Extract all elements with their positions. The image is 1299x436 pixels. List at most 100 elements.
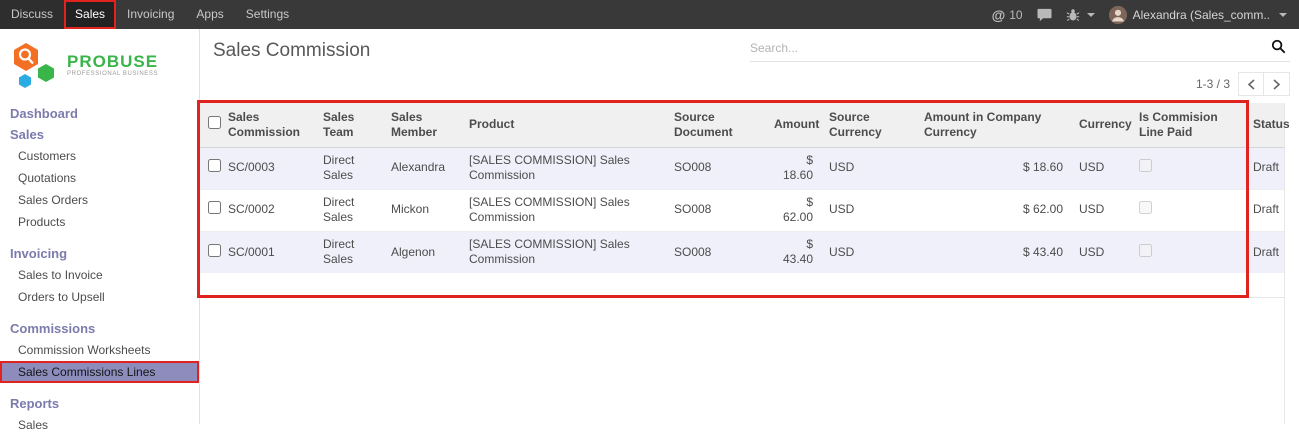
cell-product: [SALES COMMISSION] Sales Commission [461, 189, 666, 231]
odoo-app: Discuss Sales Invoicing Apps Settings @ … [0, 0, 1299, 424]
cell-sales-member: Algenon [383, 231, 461, 273]
cell-amount-company: $ 43.40 [916, 231, 1071, 273]
pager-prev-button[interactable] [1238, 72, 1264, 96]
row-select-cell [200, 147, 220, 189]
cell-is-paid [1131, 189, 1245, 231]
chevron-down-icon [1279, 13, 1287, 17]
chevron-down-icon [1087, 13, 1095, 17]
cell-sales-team: Direct Sales [315, 189, 383, 231]
col-status[interactable]: Status [1245, 103, 1284, 147]
topbar: Discuss Sales Invoicing Apps Settings @ … [0, 0, 1299, 29]
row-select-checkbox[interactable] [208, 201, 221, 214]
sidebar-item-commission-worksheets[interactable]: Commission Worksheets [0, 339, 199, 361]
row-select-checkbox[interactable] [208, 159, 221, 172]
mention-count: 10 [1009, 8, 1022, 22]
cell-sales-commission: SC/0001 [220, 231, 315, 273]
cell-sales-team: Direct Sales [315, 231, 383, 273]
pager: 1-3 / 3 [1196, 72, 1290, 96]
sidebar-item-products[interactable]: Products [0, 211, 199, 233]
topbar-right: @ 10 Alexandra (Sales_comm.. [992, 0, 1299, 29]
table-row[interactable]: SC/0002 Direct Sales Mickon [SALES COMMI… [200, 189, 1284, 231]
messages-button[interactable] [1037, 8, 1052, 22]
cell-source-currency: USD [821, 147, 916, 189]
chevron-right-icon [1272, 79, 1281, 90]
chat-icon [1037, 8, 1052, 22]
sidebar-item-orders-to-upsell[interactable]: Orders to Upsell [0, 286, 199, 308]
cell-amount-company: $ 18.60 [916, 147, 1071, 189]
cell-status: Draft [1245, 189, 1284, 231]
chevron-left-icon [1247, 79, 1256, 90]
topbar-menu-sales[interactable]: Sales [64, 0, 116, 29]
row-select-cell [200, 189, 220, 231]
col-currency[interactable]: Currency [1071, 103, 1131, 147]
cell-status: Draft [1245, 147, 1284, 189]
topbar-menu-apps[interactable]: Apps [185, 0, 234, 29]
cell-currency: USD [1071, 147, 1131, 189]
col-product[interactable]: Product [461, 103, 666, 147]
topbar-menu-invoicing[interactable]: Invoicing [116, 0, 185, 29]
cell-product: [SALES COMMISSION] Sales Commission [461, 147, 666, 189]
cell-sales-member: Alexandra [383, 147, 461, 189]
sidebar-heading-commissions[interactable]: Commissions [0, 318, 199, 339]
table-row[interactable]: SC/0003 Direct Sales Alexandra [SALES CO… [200, 147, 1284, 189]
cell-is-paid [1131, 147, 1245, 189]
sidebar-heading-dashboard[interactable]: Dashboard [0, 103, 199, 124]
cell-is-paid [1131, 231, 1245, 273]
sidebar-item-quotations[interactable]: Quotations [0, 167, 199, 189]
cell-source-document: SO008 [666, 147, 766, 189]
commission-lines-table-area: Sales Commission Sales Team Sales Member… [200, 103, 1285, 424]
brand-name: PROBUSE [67, 53, 158, 71]
sidebar-heading-sales[interactable]: Sales [0, 124, 199, 145]
mentions-button[interactable]: @ 10 [992, 7, 1023, 23]
commission-lines-table: Sales Commission Sales Team Sales Member… [200, 103, 1284, 273]
sidebar-item-sales-to-invoice[interactable]: Sales to Invoice [0, 264, 199, 286]
main-content: Sales Commission 1-3 / 3 [200, 29, 1299, 424]
at-icon: @ [992, 7, 1006, 23]
search-input[interactable] [750, 41, 1267, 55]
sidebar-item-sales-commissions-lines[interactable]: Sales Commissions Lines [0, 361, 199, 383]
sidebar-heading-reports[interactable]: Reports [0, 393, 199, 414]
table-row[interactable]: SC/0001 Direct Sales Algenon [SALES COMM… [200, 231, 1284, 273]
is-paid-checkbox [1139, 159, 1152, 172]
cell-currency: USD [1071, 189, 1131, 231]
col-sales-team[interactable]: Sales Team [315, 103, 383, 147]
probuse-logo-icon [10, 41, 62, 89]
col-is-commission-line-paid[interactable]: Is Commision Line Paid [1131, 103, 1245, 147]
is-paid-checkbox [1139, 201, 1152, 214]
col-source-document[interactable]: Source Document [666, 103, 766, 147]
sidebar-item-customers[interactable]: Customers [0, 145, 199, 167]
sidebar: PROBUSE PROFESSIONAL BUSINESS Dashboard … [0, 29, 200, 424]
col-sales-commission[interactable]: Sales Commission [220, 103, 315, 147]
pager-next-button[interactable] [1264, 72, 1290, 96]
cell-sales-member: Mickon [383, 189, 461, 231]
sidebar-item-sales-orders[interactable]: Sales Orders [0, 189, 199, 211]
user-menu[interactable]: Alexandra (Sales_comm.. [1109, 6, 1287, 24]
is-paid-checkbox [1139, 244, 1152, 257]
sidebar-heading-invoicing[interactable]: Invoicing [0, 243, 199, 264]
col-amount-company-currency[interactable]: Amount in Company Currency [916, 103, 1071, 147]
user-name: Alexandra (Sales_comm.. [1133, 8, 1270, 22]
search-button[interactable] [1267, 37, 1290, 59]
cell-source-currency: USD [821, 189, 916, 231]
cell-sales-commission: SC/0002 [220, 189, 315, 231]
select-all-checkbox[interactable] [208, 116, 221, 129]
topbar-menu-discuss[interactable]: Discuss [0, 0, 64, 29]
cell-amount-company: $ 62.00 [916, 189, 1071, 231]
brand-tagline: PROFESSIONAL BUSINESS [67, 71, 158, 77]
row-select-cell [200, 231, 220, 273]
cell-status: Draft [1245, 231, 1284, 273]
activities-button[interactable] [1066, 8, 1095, 22]
col-amount[interactable]: Amount [766, 103, 821, 147]
row-select-checkbox[interactable] [208, 244, 221, 257]
cell-product: [SALES COMMISSION] Sales Commission [461, 231, 666, 273]
cell-sales-team: Direct Sales [315, 147, 383, 189]
col-sales-member[interactable]: Sales Member [383, 103, 461, 147]
cell-currency: USD [1071, 231, 1131, 273]
col-source-currency[interactable]: Source Currency [821, 103, 916, 147]
table-empty-space [200, 273, 1284, 298]
cell-amount: $ 62.00 [766, 189, 821, 231]
search-box [750, 35, 1290, 62]
sidebar-item-reports-sales[interactable]: Sales [0, 414, 199, 436]
bug-icon [1066, 8, 1080, 22]
topbar-menu-settings[interactable]: Settings [235, 0, 300, 29]
